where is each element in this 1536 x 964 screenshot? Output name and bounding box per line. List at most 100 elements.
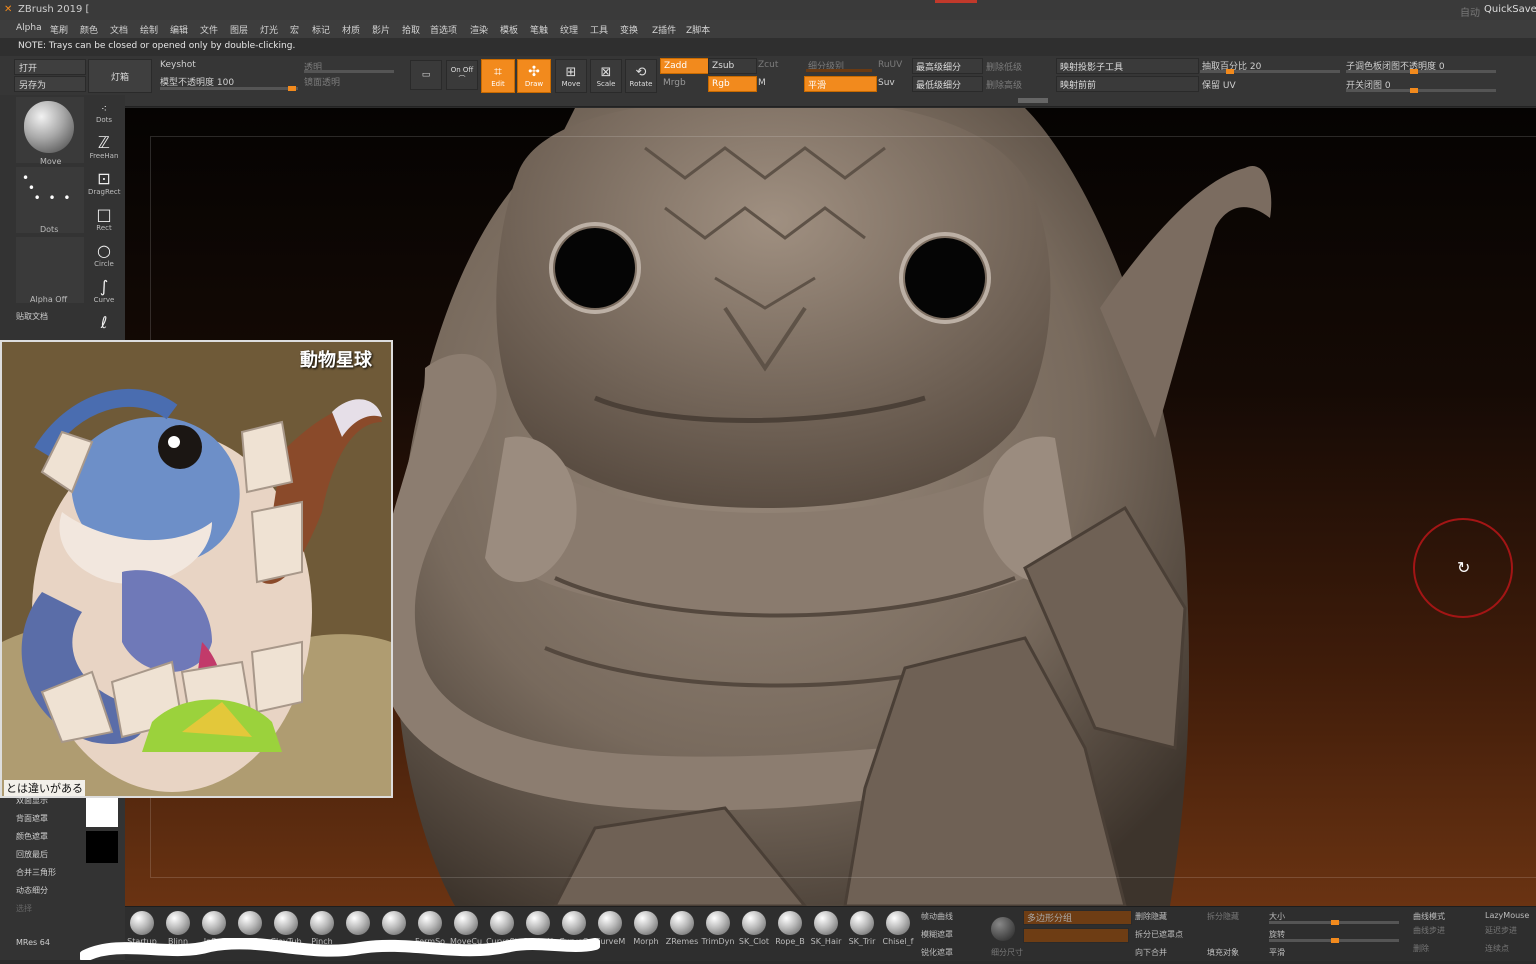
project-subtool-button[interactable]: 映射投影子工具 (1056, 58, 1199, 74)
brush-18[interactable]: Rope_B (773, 911, 807, 946)
draw-mode-button[interactable]: ✣ Draw (517, 59, 551, 93)
option-dynamic-subdiv[interactable]: 动态细分 (16, 885, 48, 896)
menu-item-16[interactable]: 模板 (500, 23, 518, 36)
menu-item-15[interactable]: 渲染 (470, 23, 488, 36)
menu-item-6[interactable]: 文件 (200, 23, 218, 36)
split-masked[interactable]: 拆分已遮罩点 (1135, 929, 1183, 940)
toggle-close-slider[interactable] (1346, 88, 1496, 93)
option-replay-last[interactable]: 回放最后 (16, 849, 48, 860)
perspective-button[interactable]: ▭ (410, 60, 442, 90)
menu-item-17[interactable]: 笔触 (530, 23, 548, 36)
subdiv-size-label[interactable]: 细分尺寸 (991, 947, 1023, 958)
ghost-label[interactable]: 镜面透明 (304, 75, 340, 88)
brush-21[interactable]: Chisel_f (881, 911, 915, 946)
option-backface-mask[interactable]: 背面遮罩 (16, 813, 48, 824)
tool-dragrect[interactable]: ⊡ DragRect (88, 169, 120, 203)
fill-object[interactable]: 填充对象 (1207, 947, 1239, 958)
tool-dots[interactable]: ⁖ Dots (88, 97, 120, 131)
stroke-thumbnail[interactable]: • • • • • Dots (16, 167, 84, 234)
menu-item-14[interactable]: 首选项 (430, 23, 457, 36)
delete-curve[interactable]: 删除 (1413, 943, 1429, 954)
polygroup-button[interactable]: 多边形分组 (1023, 910, 1132, 925)
brush-7[interactable] (377, 911, 411, 937)
rgb-button[interactable]: Rgb (708, 76, 757, 92)
option-merge-tris[interactable]: 合并三角形 (16, 867, 56, 878)
brush-20[interactable]: SK_Trir (845, 911, 879, 946)
save-as-button[interactable]: 另存为 (14, 76, 86, 92)
lightbox-button[interactable]: 灯箱 (88, 59, 152, 93)
del-higher-button[interactable]: 删除高级 (986, 78, 1022, 91)
scale-mode-button[interactable]: ⊠ Scale (590, 59, 622, 93)
menu-item-10[interactable]: 标记 (312, 23, 330, 36)
project-prev-button[interactable]: 映射前前 (1056, 76, 1199, 92)
brush-19[interactable]: SK_Hair (809, 911, 843, 946)
brush-15[interactable]: ZRemes (665, 911, 699, 946)
curve-mode[interactable]: 曲线模式 (1413, 911, 1445, 922)
move-mode-button[interactable]: ⊞ Move (555, 59, 587, 93)
menu-item-11[interactable]: 材质 (342, 23, 360, 36)
continuous-points[interactable]: 连续点 (1485, 943, 1509, 954)
size-slider[interactable] (1269, 920, 1399, 925)
ruv-button[interactable]: RuUV (878, 60, 902, 70)
menu-item-9[interactable]: 宏 (290, 23, 299, 36)
menu-item-1[interactable]: 笔刷 (50, 23, 68, 36)
subtool-opacity-slider[interactable] (1346, 69, 1496, 74)
brush-14[interactable]: Morph (629, 911, 663, 946)
lazymouse-toggle[interactable]: LazyMouse (1485, 911, 1529, 920)
menu-item-0[interactable]: Alpha (16, 23, 42, 33)
smooth-button[interactable]: 平滑 (804, 76, 877, 92)
delete-hidden[interactable]: 删除隐藏 (1135, 911, 1167, 922)
menu-item-19[interactable]: 工具 (590, 23, 608, 36)
del-lower-button[interactable]: 删除低级 (986, 60, 1022, 73)
menu-item-20[interactable]: 变换 (620, 23, 638, 36)
alpha-thumbnail[interactable]: Alpha Off (16, 237, 84, 304)
zadd-button[interactable]: Zadd (660, 58, 709, 74)
menu-item-2[interactable]: 颜色 (80, 23, 98, 36)
mrgb-button[interactable]: Mrgb (663, 78, 686, 88)
merge-down[interactable]: 向下合并 (1135, 947, 1167, 958)
mask-sphere-icon[interactable] (991, 917, 1015, 941)
menu-item-18[interactable]: 纹理 (560, 23, 578, 36)
menu-item-21[interactable]: Z插件 (652, 23, 676, 36)
tool-curve[interactable]: ∫ Curve (88, 277, 120, 311)
sharpen-mask[interactable]: 锐化遮罩 (921, 947, 953, 958)
split-hidden[interactable]: 拆分隐藏 (1207, 911, 1239, 922)
lowest-subdiv-button[interactable]: 最低级细分 (912, 76, 983, 92)
edit-mode-button[interactable]: ⌗ Edit (481, 59, 515, 93)
blur-mask[interactable]: 模糊遮罩 (921, 929, 953, 940)
rotate-mode-button[interactable]: ⟲ Rotate (625, 59, 657, 93)
brush-16[interactable]: TrimDyn (701, 911, 735, 946)
menu-item-13[interactable]: 拾取 (402, 23, 420, 36)
curve-step[interactable]: 曲线步进 (1413, 925, 1445, 936)
menu-item-12[interactable]: 影片 (372, 23, 390, 36)
menu-item-4[interactable]: 绘制 (140, 23, 158, 36)
menu-item-22[interactable]: Z脚本 (686, 23, 710, 36)
main-color-swatch[interactable] (86, 795, 118, 827)
brush-17[interactable]: SK_Clot (737, 911, 771, 946)
menu-item-3[interactable]: 文档 (110, 23, 128, 36)
menu-item-5[interactable]: 编辑 (170, 23, 188, 36)
subdiv-level-slider[interactable] (806, 69, 872, 72)
secondary-color-swatch[interactable] (86, 831, 118, 863)
zcut-button[interactable]: Zcut (758, 60, 778, 70)
transparency-slider[interactable] (304, 70, 394, 73)
tool-rect[interactable]: □ Rect (88, 205, 120, 239)
mres-label[interactable]: MRes 64 (16, 938, 50, 947)
extract-percent-slider[interactable] (1200, 69, 1340, 74)
model-opacity-slider[interactable] (160, 86, 298, 91)
lazy-step[interactable]: 延迟步进 (1485, 925, 1517, 936)
menu-item-7[interactable]: 图层 (230, 23, 248, 36)
texture-label[interactable]: 贴取文档 (16, 311, 48, 322)
toolbar-scroll-handle[interactable] (1018, 98, 1048, 103)
m-button[interactable]: M (758, 78, 766, 88)
option-select[interactable]: 选择 (16, 903, 32, 914)
brush-6[interactable] (341, 911, 375, 937)
tool-lasso[interactable]: ℓ (88, 313, 120, 337)
open-button[interactable]: 打开 (14, 59, 86, 75)
subdiv-size-button[interactable] (1023, 928, 1129, 943)
quicksave-button[interactable]: QuickSave (1484, 4, 1536, 15)
zsub-button[interactable]: Zsub (708, 58, 757, 74)
option-color-mask[interactable]: 颜色遮罩 (16, 831, 48, 842)
rotate-slider[interactable] (1269, 938, 1399, 943)
tool-circle[interactable]: ○ Circle (88, 241, 120, 275)
